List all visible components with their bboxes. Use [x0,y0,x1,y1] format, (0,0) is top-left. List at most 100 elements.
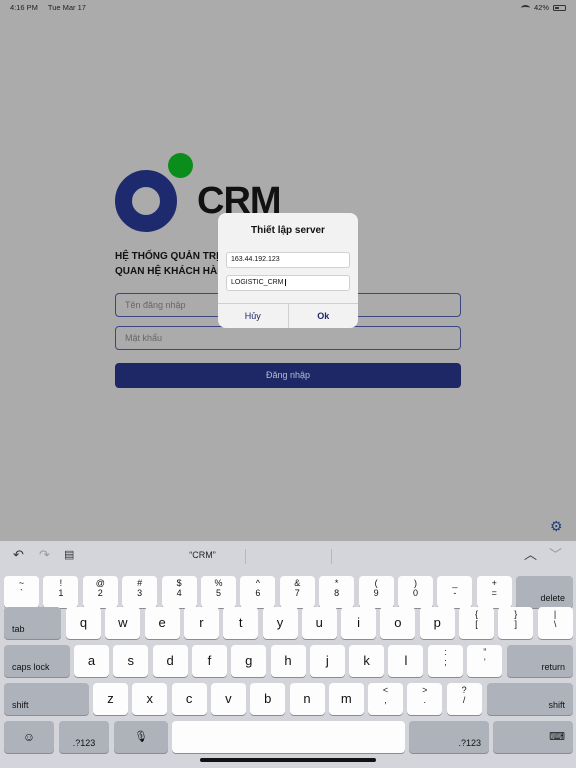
key-symbol: 8 [334,588,340,598]
key-letter[interactable]: y [262,607,298,639]
key-letter[interactable]: x [132,683,168,715]
chevron-up-icon[interactable]: ︿ [524,548,537,562]
key-symbol: 7 [294,588,300,598]
key-symbol: 4 [176,588,182,598]
key-letter[interactable]: g [231,645,267,677]
microphone-icon[interactable]: 🎙 [114,721,168,753]
key-number[interactable]: % 5 [201,576,236,608]
battery-percent: 42% [533,3,549,12]
key-number[interactable]: (9 [358,576,394,608]
key-number[interactable]: ! 1 [43,576,79,608]
key-number[interactable]: + = [476,576,512,608]
redo-icon[interactable]: ↷ [39,548,50,562]
key-letter[interactable]: u [301,607,337,639]
key-letter[interactable]: w [105,607,141,639]
key-letter[interactable]: s [113,645,149,677]
keyboard-dismiss-icon[interactable]: ⌨ [493,721,573,753]
return-key[interactable]: return [507,645,573,677]
shift-key-right[interactable]: shift [487,683,573,715]
key-shift-symbol: ^ [255,578,260,588]
key-letter[interactable]: n [289,683,325,715]
key-symbol: . [423,695,427,705]
key-symbol: 1 [58,588,64,598]
key-letter[interactable]: f [191,645,227,677]
key-letter[interactable]: q [66,607,101,639]
login-button[interactable]: Đăng nhập [115,363,461,388]
key-number[interactable]: #3 [122,576,158,608]
key-shift-symbol: _ [452,578,458,588]
server-ip-input[interactable]: 163.44.192.123 [226,252,350,268]
key-symbol-pair[interactable]: ”’ [467,645,503,677]
key-shift-symbol: } [514,609,518,619]
key-symbol-pair[interactable]: ? / [446,683,482,715]
autocorrect-suggestion[interactable]: “CRM” [160,550,245,560]
settings-gear-icon[interactable]: ⚙ [550,519,564,533]
suggestion-divider [331,549,332,564]
key-letter[interactable]: i [341,607,377,639]
key-symbol: [ [475,619,478,629]
password-input[interactable]: Mật khẩu [115,326,461,350]
app-tagline: HỆ THỐNG QUẢN TRỊ QUAN HỆ KHÁCH HÀNG [115,249,232,279]
key-symbol-pair[interactable]: {[ [459,607,494,639]
key-number[interactable]: $4 [161,576,197,608]
suggestion-divider [245,549,246,564]
numbers-key-left[interactable]: .?123 [59,721,109,753]
key-shift-symbol: % [214,578,223,588]
key-letter[interactable]: d [152,645,188,677]
ok-button[interactable]: Ok [287,304,359,328]
key-shift-symbol: | [553,609,557,619]
undo-icon[interactable]: ↶ [13,548,24,562]
key-letter[interactable]: r [183,607,219,639]
key-symbol-pair[interactable]: | \ [537,607,573,639]
key-letter[interactable]: c [171,683,207,715]
key-letter[interactable]: t [223,607,259,639]
dialog-button-row: Hủy Ok [218,303,358,328]
database-name-input[interactable]: LOGISTIC_CRM [226,275,350,291]
key-number[interactable]: ) 0 [398,576,433,608]
key-letter[interactable]: v [210,683,246,715]
key-letter[interactable]: o [380,607,416,639]
key-shift-symbol: @ [95,578,105,588]
logo-green-dot [168,153,193,178]
shift-key-left[interactable]: shift [4,683,89,715]
cancel-button[interactable]: Hủy [218,304,288,328]
key-symbol: 3 [137,588,143,598]
status-time: 4:16 PM [10,3,38,12]
home-indicator [200,758,376,762]
key-number[interactable]: ~ ` [4,576,39,608]
key-shift-symbol: + [491,578,497,588]
key-letter[interactable]: e [144,607,180,639]
key-letter[interactable]: j [309,645,345,677]
key-number[interactable]: @2 [82,576,118,608]
caps-lock-key[interactable]: caps lock [4,645,70,677]
key-symbol: ’ [483,657,486,667]
key-symbol: / [462,695,466,705]
key-number[interactable]: & 7 [279,576,315,608]
key-number[interactable]: * 8 [319,576,355,608]
key-symbol: = [491,588,497,598]
key-letter[interactable]: l [388,645,424,677]
delete-key[interactable]: delete [516,576,573,608]
key-number[interactable]: ^ 6 [240,576,276,608]
key-letter[interactable]: b [250,683,286,715]
key-shift-symbol: ! [59,578,63,588]
chevron-down-icon[interactable]: ﹀ [549,548,562,562]
numbers-key-right[interactable]: .?123 [409,721,489,753]
tab-key[interactable]: tab [4,607,61,639]
key-letter[interactable]: p [419,607,455,639]
key-letter[interactable]: h [270,645,306,677]
key-letter[interactable]: k [349,645,385,677]
emoji-icon[interactable]: ☺ [4,721,54,753]
key-letter[interactable]: z [93,683,128,715]
key-letter[interactable]: m [328,683,364,715]
key-letter[interactable]: a [74,645,109,677]
key-symbol-pair[interactable]: }] [498,607,534,639]
space-bar[interactable] [172,721,405,753]
key-shift-symbol: { [474,609,478,619]
logo-ring-mark [115,170,177,232]
paste-icon[interactable]: ▤ [64,548,74,562]
key-symbol-pair[interactable]: :; [428,645,463,677]
key-number[interactable]: _ - [437,576,473,608]
key-symbol-pair[interactable]: >. [407,683,443,715]
key-symbol-pair[interactable]: <, [368,683,403,715]
